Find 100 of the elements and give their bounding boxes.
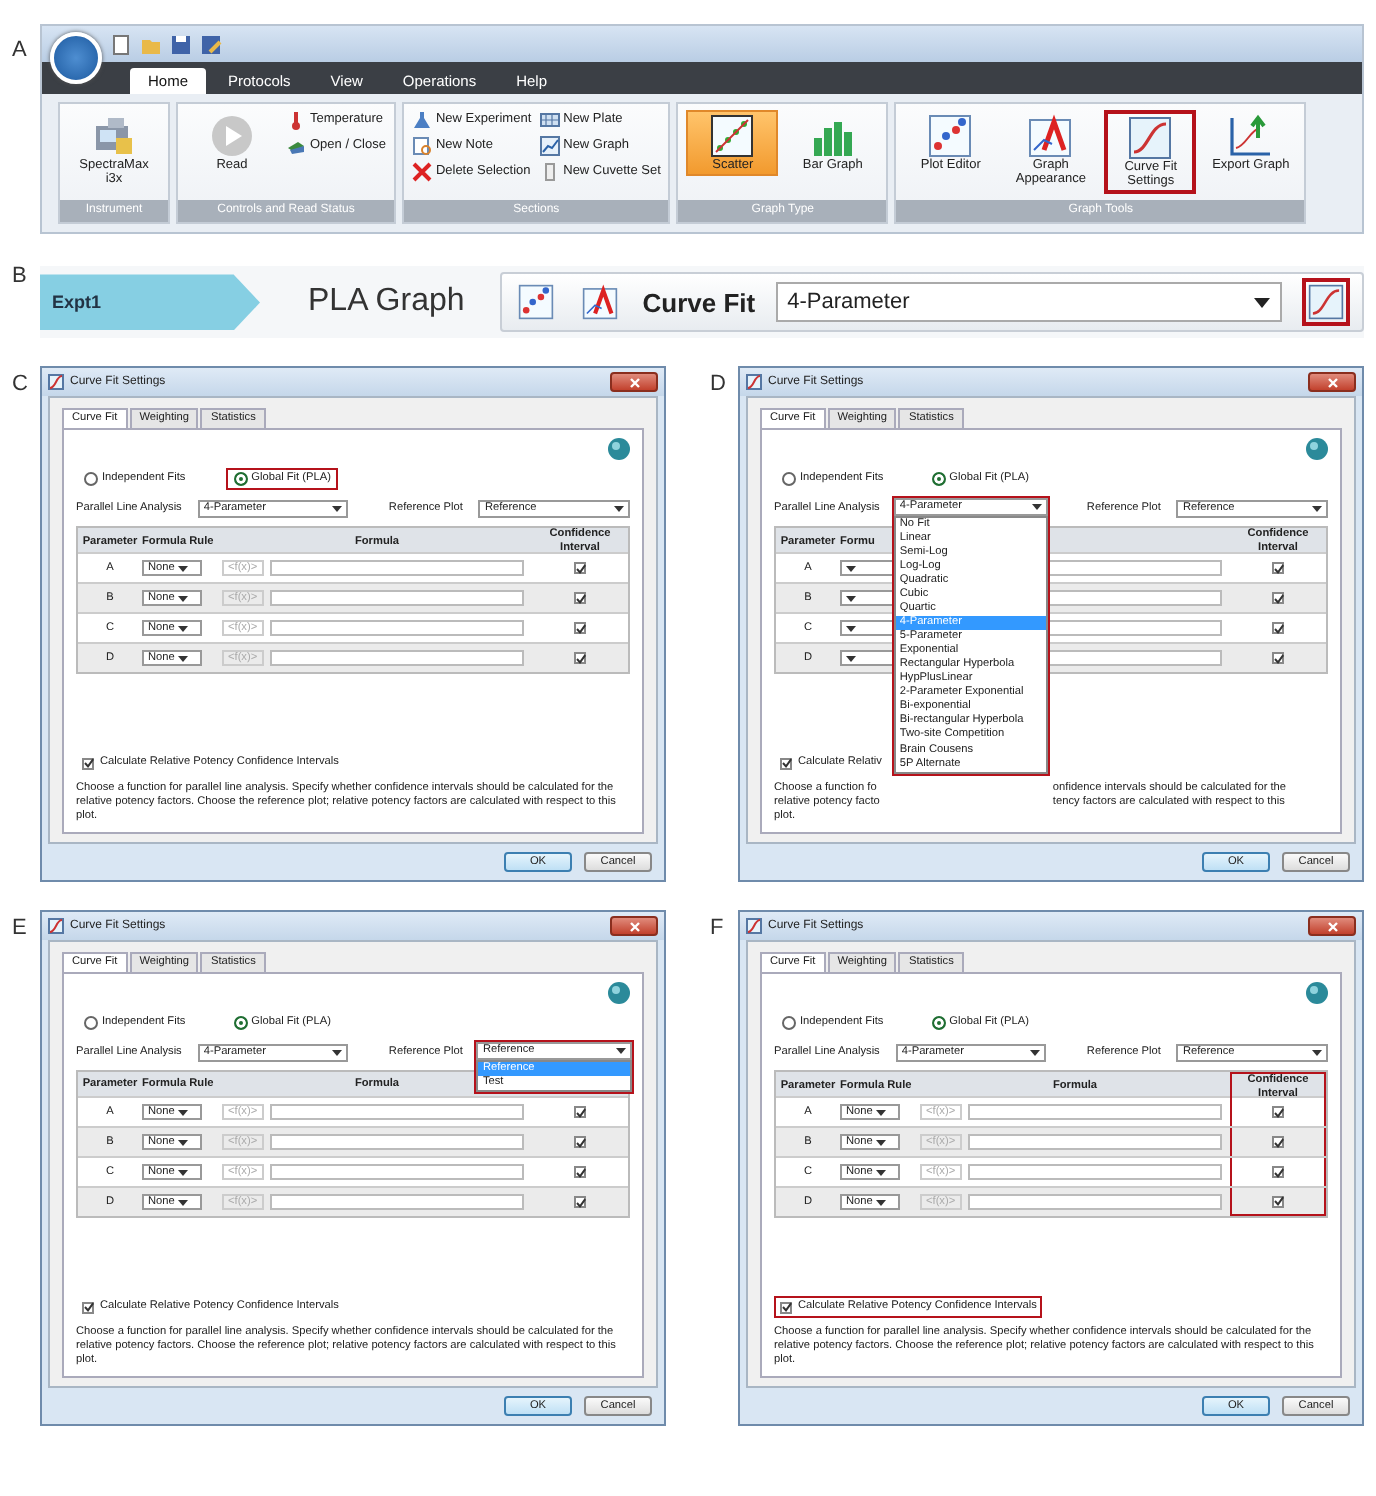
- app-menu-button[interactable]: [50, 32, 102, 84]
- help-icon[interactable]: [1306, 982, 1328, 1005]
- save-as-icon[interactable]: [200, 33, 222, 55]
- checkbox[interactable]: [574, 1166, 586, 1179]
- close-button[interactable]: [610, 372, 658, 393]
- checkbox[interactable]: [1272, 1136, 1284, 1149]
- check-icon: [1273, 653, 1283, 664]
- caret-icon: [616, 1047, 626, 1054]
- checkbox[interactable]: [1272, 652, 1284, 665]
- curve-fit-icon: [48, 918, 64, 935]
- formula-field[interactable]: [269, 1194, 524, 1211]
- panel-label: D: [710, 374, 728, 401]
- checkbox[interactable]: [1272, 1195, 1284, 1208]
- graph-appearance-icon: [582, 284, 619, 321]
- cuvette-icon: [539, 162, 560, 182]
- curve-fit-settings-button[interactable]: [1302, 278, 1350, 327]
- check-icon: [575, 1137, 585, 1148]
- caret-icon: [846, 655, 856, 662]
- save-icon[interactable]: [170, 33, 192, 55]
- checkbox[interactable]: [82, 757, 94, 770]
- caret-icon: [178, 1109, 189, 1116]
- close-icon: [629, 377, 639, 388]
- caret-icon: [614, 505, 624, 512]
- checkbox[interactable]: [1272, 1106, 1284, 1119]
- checkbox[interactable]: [1272, 592, 1284, 605]
- caret-icon: [846, 565, 856, 572]
- caret-icon: [332, 505, 343, 512]
- help-icon[interactable]: [1306, 438, 1328, 461]
- graph-icon: [539, 136, 560, 156]
- play-icon: [210, 114, 254, 158]
- graph-appearance-icon: [1028, 114, 1073, 158]
- plate-icon: [539, 110, 560, 130]
- close-icon: [1327, 921, 1337, 932]
- checkbox[interactable]: [1272, 1166, 1284, 1179]
- formula-field[interactable]: [269, 1134, 524, 1151]
- caret-icon: [178, 625, 189, 632]
- check-icon: [1273, 1137, 1283, 1148]
- curve-fit-dropdown[interactable]: 4-Parameter: [775, 282, 1282, 323]
- formula-field[interactable]: [269, 620, 524, 637]
- experiment-tab[interactable]: Expt1: [40, 274, 260, 331]
- flask-icon: [411, 110, 432, 130]
- check-icon: [83, 758, 93, 769]
- checkbox[interactable]: [780, 1301, 792, 1314]
- check-icon: [781, 1302, 791, 1313]
- check-icon: [575, 1167, 585, 1178]
- close-button[interactable]: [610, 916, 658, 937]
- checkbox[interactable]: [574, 1196, 586, 1209]
- toolbar-button[interactable]: [578, 280, 623, 325]
- formula-field[interactable]: [967, 1134, 1222, 1151]
- caret-icon: [178, 595, 189, 602]
- formula-field[interactable]: [967, 1194, 1222, 1211]
- caret-icon: [876, 1169, 887, 1176]
- formula-field[interactable]: [269, 1104, 524, 1121]
- check-icon: [575, 593, 585, 604]
- plot-editor-icon: [518, 284, 555, 321]
- curve-fit-icon: [1128, 116, 1173, 160]
- thermometer-icon: [286, 110, 306, 130]
- caret-icon: [178, 1199, 189, 1206]
- check-icon: [1273, 623, 1283, 634]
- caret-icon: [178, 565, 189, 572]
- caret-icon: [876, 1109, 887, 1116]
- formula-field[interactable]: [967, 1164, 1222, 1181]
- caret-icon: [332, 1049, 343, 1056]
- checkbox[interactable]: [574, 622, 586, 635]
- caret-icon: [1030, 1049, 1041, 1056]
- help-icon[interactable]: [608, 438, 630, 461]
- toolbar-button[interactable]: [514, 280, 559, 325]
- caret-icon: [876, 1139, 887, 1146]
- check-icon: [781, 758, 791, 769]
- formula-field[interactable]: [967, 1104, 1222, 1121]
- checkbox[interactable]: [1272, 562, 1284, 575]
- check-icon: [1273, 1107, 1283, 1118]
- checkbox[interactable]: [780, 757, 792, 770]
- close-button[interactable]: [1308, 372, 1356, 393]
- close-icon: [629, 921, 639, 932]
- checkbox[interactable]: [574, 592, 586, 605]
- curve-fit-label: Curve Fit: [642, 285, 756, 322]
- caret-icon: [178, 655, 189, 662]
- close-icon: [1327, 377, 1337, 388]
- checkbox[interactable]: [82, 1301, 94, 1314]
- checkbox[interactable]: [1272, 622, 1284, 635]
- check-icon: [575, 623, 585, 634]
- formula-field[interactable]: [269, 590, 524, 607]
- check-icon: [575, 1107, 585, 1118]
- caret-icon: [1254, 297, 1270, 308]
- help-icon[interactable]: [608, 982, 630, 1005]
- checkbox[interactable]: [574, 652, 586, 665]
- check-icon: [1273, 1196, 1283, 1207]
- formula-field[interactable]: [269, 560, 524, 577]
- close-button[interactable]: [1308, 916, 1356, 937]
- formula-field[interactable]: [269, 650, 524, 667]
- formula-field[interactable]: [269, 1164, 524, 1181]
- curve-fit-icon: [48, 374, 64, 391]
- curve-fit-icon: [746, 374, 762, 391]
- export-graph-icon: [1228, 114, 1273, 158]
- checkbox[interactable]: [574, 562, 586, 575]
- checkbox[interactable]: [574, 1106, 586, 1119]
- curve-fit-icon: [746, 918, 762, 935]
- page-icon[interactable]: [110, 33, 132, 55]
- checkbox[interactable]: [574, 1136, 586, 1149]
